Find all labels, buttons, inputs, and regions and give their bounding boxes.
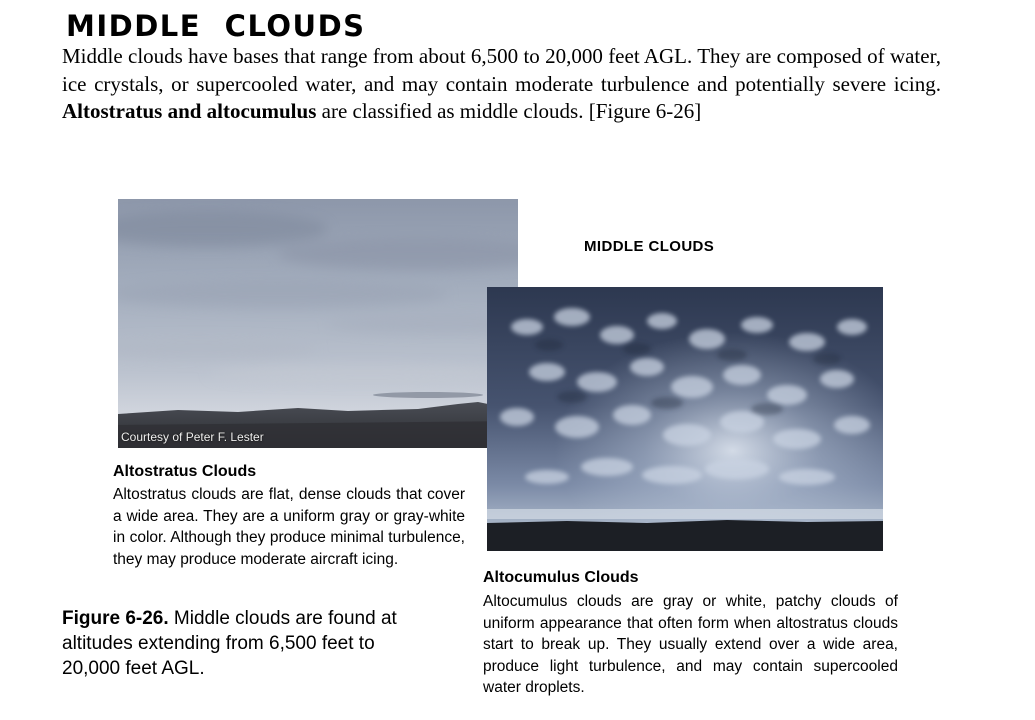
- altostratus-caption-body: Altostratus clouds are flat, dense cloud…: [113, 486, 465, 568]
- altostratus-photo: [118, 199, 518, 448]
- section-heading: MIDDLE CLOUDS: [66, 9, 366, 43]
- intro-text-part-1: Middle clouds have bases that range from…: [62, 44, 941, 96]
- figure-label: MIDDLE CLOUDS: [584, 238, 715, 255]
- altocumulus-caption-body: Altocumulus clouds are gray or white, pa…: [483, 593, 898, 696]
- intro-text-part-2: are classified as middle clouds. [Figure…: [316, 99, 702, 123]
- intro-bold-cloud-types: Altostratus and altocumulus: [62, 99, 317, 123]
- altocumulus-caption-title: Altocumulus Clouds: [483, 569, 639, 586]
- figure-caption: Figure 6-26. Middle clouds are found at …: [62, 606, 422, 681]
- altocumulus-photo: [487, 287, 883, 551]
- photo-credit: Courtesy of Peter F. Lester: [121, 430, 264, 444]
- figure-caption-number: Figure 6-26.: [62, 608, 169, 629]
- altostratus-caption-title: Altostratus Clouds: [113, 463, 257, 480]
- intro-paragraph: Middle clouds have bases that range from…: [62, 43, 941, 126]
